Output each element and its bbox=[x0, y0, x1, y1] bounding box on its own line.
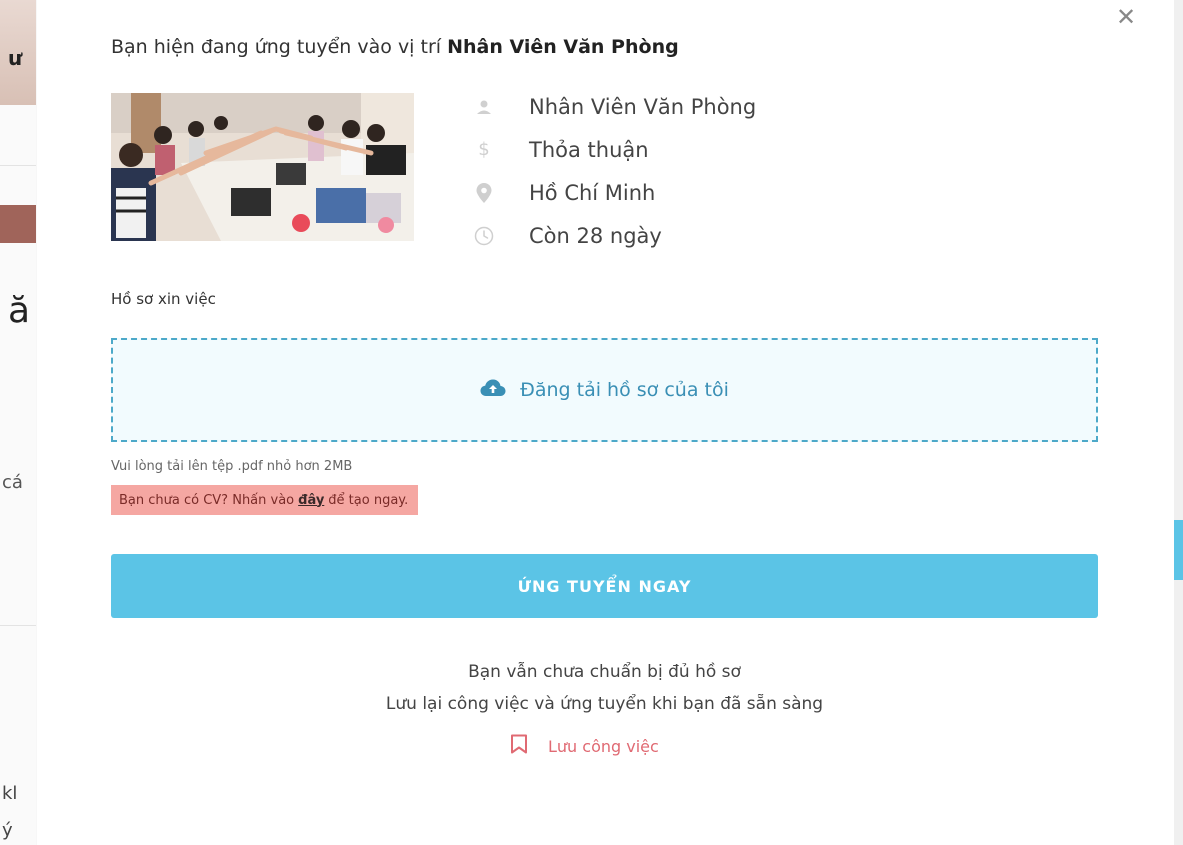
upload-cv-dropzone[interactable]: Đăng tải hồ sơ của tôi bbox=[111, 338, 1098, 442]
office-team-image bbox=[111, 93, 414, 241]
no-cv-prefix: Bạn chưa có CV? Nhấn vào bbox=[119, 492, 295, 508]
background-divider bbox=[0, 165, 36, 166]
background-text-fragment: ý bbox=[2, 820, 13, 841]
apply-now-button[interactable]: ỨNG TUYỂN NGAY bbox=[111, 554, 1098, 618]
background-divider bbox=[0, 625, 36, 626]
background-text-fragment: cá bbox=[2, 472, 23, 493]
background-right-strip bbox=[1173, 0, 1183, 845]
job-photo bbox=[111, 93, 414, 241]
dollar-icon: $ bbox=[478, 139, 490, 160]
intro-position-title: Nhân Viên Văn Phòng bbox=[447, 36, 679, 58]
user-icon bbox=[469, 92, 499, 122]
job-detail-text: Hồ Chí Minh bbox=[529, 180, 656, 205]
not-ready-text: Bạn vẫn chưa chuẩn bị đủ hồ sơ bbox=[468, 662, 741, 682]
close-icon: ✕ bbox=[1115, 3, 1137, 31]
job-detail-text: Thỏa thuận bbox=[529, 137, 649, 162]
save-job-label: Lưu công việc bbox=[548, 737, 659, 756]
save-job-button[interactable]: Lưu công việc bbox=[510, 734, 659, 759]
close-button[interactable]: ✕ bbox=[1114, 5, 1138, 29]
background-photo-strip bbox=[0, 205, 36, 243]
background-left-strip: ư ă cá kl ý bbox=[0, 0, 36, 845]
background-text-fragment: ă bbox=[8, 290, 31, 331]
background-text-fragment: kl bbox=[2, 783, 18, 804]
no-cv-notice: Bạn chưa có CV? Nhấn vào đây để tạo ngay… bbox=[111, 485, 419, 515]
job-detail-text: Còn 28 ngày bbox=[529, 223, 662, 248]
clock-icon bbox=[469, 221, 499, 251]
bookmark-icon bbox=[510, 734, 528, 759]
background-accent bbox=[1173, 520, 1183, 580]
job-details: Nhân Viên Văn Phòng $ Thỏa thuận Hồ Chí … bbox=[469, 85, 756, 257]
save-hint-text: Lưu lại công việc và ứng tuyển khi bạn đ… bbox=[385, 694, 824, 714]
location-pin-icon bbox=[469, 178, 499, 208]
create-cv-link[interactable]: đây bbox=[298, 493, 324, 508]
cloud-upload-icon bbox=[480, 379, 506, 402]
intro-prefix: Bạn hiện đang ứng tuyển vào vị trí bbox=[111, 36, 442, 58]
upload-hint: Vui lòng tải lên tệp .pdf nhỏ hơn 2MB bbox=[111, 459, 353, 474]
job-detail-salary: $ Thỏa thuận bbox=[469, 128, 756, 171]
no-cv-suffix: để tạo ngay. bbox=[328, 492, 409, 508]
apply-job-modal: ✕ Bạn hiện đang ứng tuyển vào vị trí Nhâ… bbox=[37, 0, 1174, 845]
background-text-fragment: ư bbox=[8, 46, 23, 70]
job-detail-text: Nhân Viên Văn Phòng bbox=[529, 94, 757, 119]
job-detail-title: Nhân Viên Văn Phòng bbox=[469, 85, 756, 128]
upload-cv-content: Đăng tải hồ sơ của tôi bbox=[480, 379, 729, 402]
apply-intro: Bạn hiện đang ứng tuyển vào vị trí Nhân … bbox=[111, 36, 679, 58]
upload-cv-label: Đăng tải hồ sơ của tôi bbox=[520, 379, 729, 401]
job-detail-deadline: Còn 28 ngày bbox=[469, 214, 756, 257]
cv-section-label: Hồ sơ xin việc bbox=[111, 290, 216, 308]
job-detail-location: Hồ Chí Minh bbox=[469, 171, 756, 214]
